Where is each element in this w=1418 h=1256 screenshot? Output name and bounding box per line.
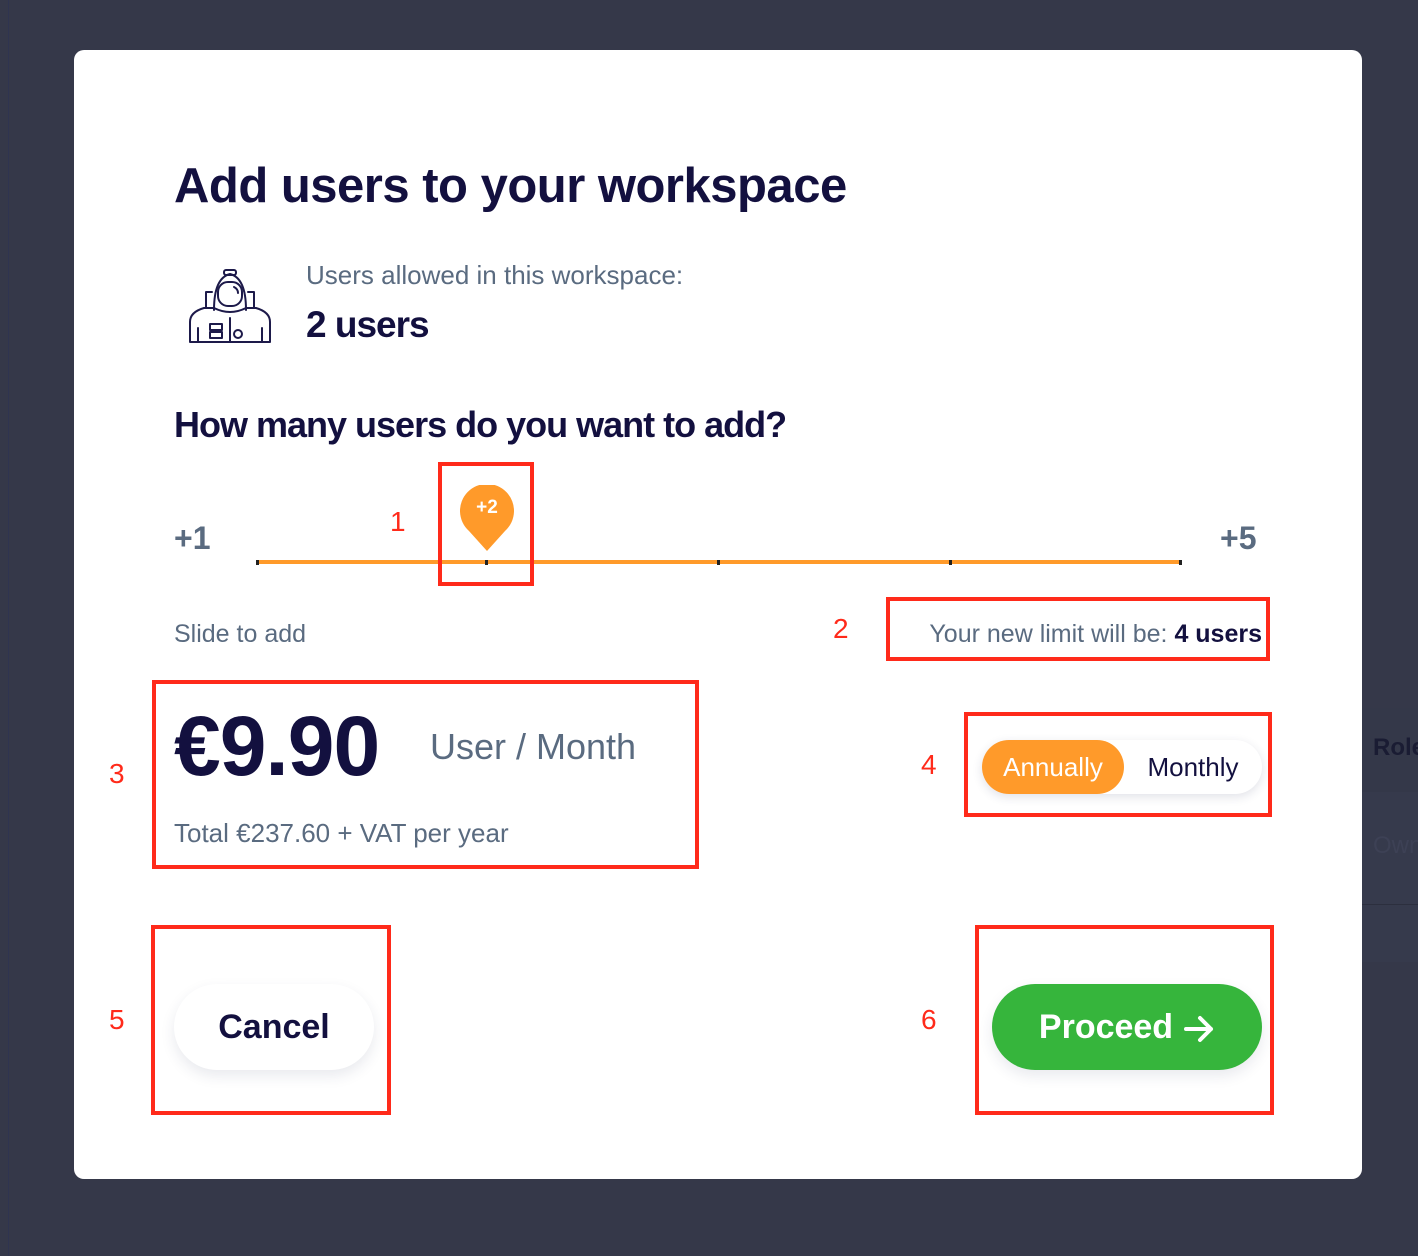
annotation-number-2: 2 <box>833 613 849 644</box>
background-role-header: Role <box>1373 734 1418 761</box>
add-users-question: How many users do you want to add? <box>174 404 787 445</box>
background-row-divider <box>1362 904 1418 905</box>
annotation-number-3: 3 <box>109 758 125 789</box>
slider-tick <box>949 560 952 565</box>
annotation-box-6 <box>975 925 1274 1115</box>
slider-tick <box>256 560 259 565</box>
users-allowed-value: 2 users <box>306 304 430 345</box>
slider-hint: Slide to add <box>174 620 307 648</box>
background-divider <box>8 0 9 1256</box>
annotation-number-1: 1 <box>390 506 406 537</box>
slider-tick <box>717 560 720 565</box>
annotation-box-5 <box>151 925 391 1115</box>
modal-title: Add users to your workspace <box>174 159 847 213</box>
annotation-box-3 <box>152 680 699 869</box>
astronaut-icon <box>189 269 271 343</box>
background-table-header: Role <box>1362 708 1418 792</box>
annotation-number-5: 5 <box>109 1004 125 1035</box>
slider-min-label: +1 <box>174 520 211 556</box>
slider-max-label: +5 <box>1220 520 1257 556</box>
annotation-number-6: 6 <box>921 1004 937 1035</box>
annotation-number-4: 4 <box>921 749 937 780</box>
slider-tick <box>1179 560 1182 565</box>
users-allowed-label: Users allowed in this workspace: <box>306 260 684 290</box>
background-role-cell: Owner <box>1373 832 1418 859</box>
annotation-box-2 <box>886 597 1270 661</box>
background-table: Role Owner <box>1362 708 1418 962</box>
annotation-box-1 <box>438 462 534 586</box>
annotation-box-4 <box>964 712 1272 817</box>
